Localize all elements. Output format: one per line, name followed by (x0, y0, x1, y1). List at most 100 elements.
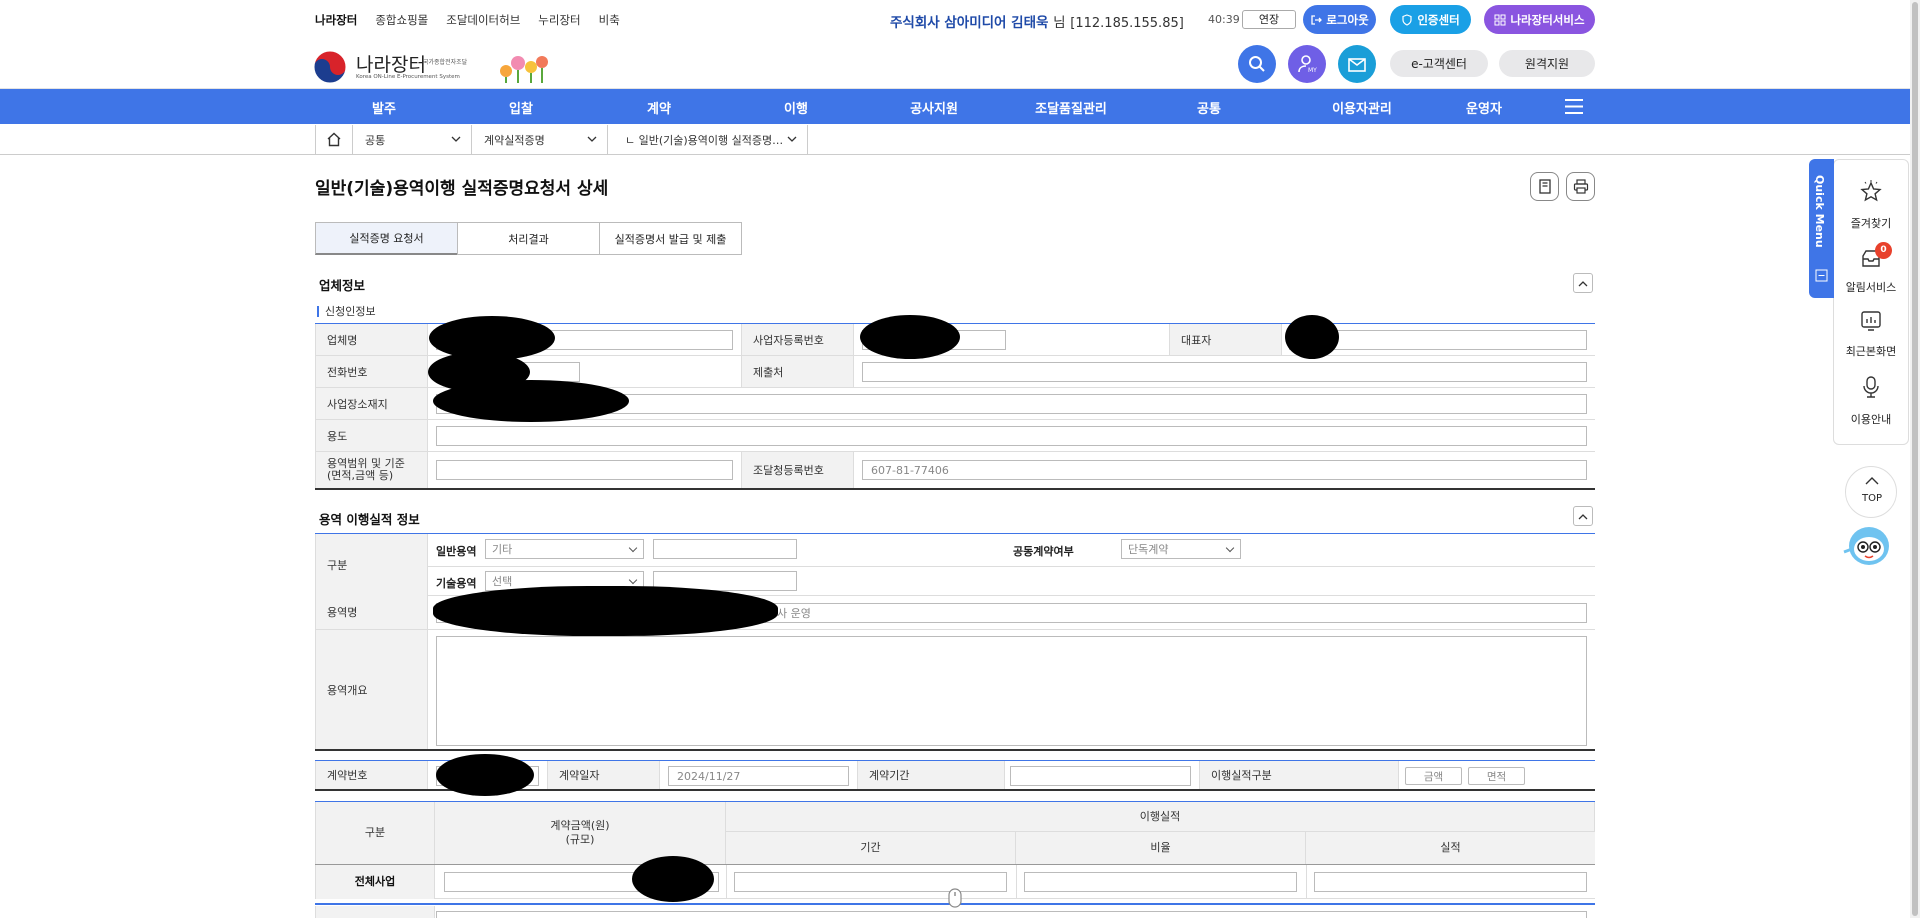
label-scope: 용역범위 및 기준 (면적,금액 등) (315, 452, 428, 488)
general-service-field[interactable] (653, 539, 797, 559)
label-address: 사업장소재지 (315, 388, 428, 419)
quick-menu-tab[interactable]: Quick Menu (1809, 159, 1834, 298)
total-period-field[interactable] (734, 872, 1007, 892)
my-page-button[interactable]: MY (1288, 45, 1326, 83)
tab-issue[interactable]: 실적증명서 발급 및 제출 (599, 222, 742, 255)
quick-favorites[interactable]: 즐겨찾기 (1834, 215, 1908, 231)
label-service-name: 용역명 (315, 595, 428, 629)
user-suffix: 님 (1053, 15, 1066, 31)
reg-no-field[interactable]: 607-81-77406 (862, 460, 1587, 480)
gnb-order[interactable]: 발주 (372, 98, 396, 117)
collapse-company-button[interactable] (1573, 273, 1593, 293)
notification-badge: 0 (1875, 242, 1892, 259)
logout-button[interactable]: 로그아웃 (1303, 5, 1376, 34)
manual-button[interactable] (1530, 172, 1559, 201)
th-amount: 계약금액(원) (규모) (435, 802, 726, 864)
label-general: 일반용역 (436, 545, 477, 558)
logout-icon (1311, 14, 1323, 25)
general-service-select[interactable]: 기타 (485, 539, 644, 559)
collapse-service-button[interactable] (1573, 506, 1593, 526)
toplink-datahub[interactable]: 조달데이터허브 (446, 12, 520, 28)
toplink-reserve[interactable]: 비축 (599, 12, 620, 28)
star-icon[interactable] (1859, 180, 1883, 204)
label-purpose: 용도 (315, 420, 428, 451)
chevron-up-icon (1865, 477, 1879, 485)
quick-menu-title: Quick Menu (1813, 175, 1826, 248)
label-contract-period: 계약기간 (857, 761, 1005, 789)
label-scope-line2: (면적,금액 등) (327, 469, 394, 482)
hamburger-menu-icon[interactable] (1565, 99, 1583, 114)
divider (315, 488, 1595, 490)
logo-name: 나라장터 (356, 54, 426, 76)
e-customer-center-button[interactable]: e-고객센터 (1390, 50, 1488, 77)
quick-guide[interactable]: 이용안내 (1834, 411, 1908, 427)
tab-result[interactable]: 처리결과 (457, 222, 600, 255)
mail-icon (1348, 58, 1366, 72)
book-icon (1538, 179, 1551, 194)
redaction-mark (860, 315, 960, 359)
perf-amount-button[interactable]: 금액 (1405, 767, 1462, 785)
top-links: 나라장터 종합쇼핑몰 조달데이터허브 누리장터 비축 (315, 12, 638, 28)
gnb-contract[interactable]: 계약 (647, 98, 671, 117)
gnb-operator[interactable]: 운영자 (1466, 98, 1502, 117)
grid-icon (1494, 14, 1506, 25)
applicant-subtitle: 신청인정보 (317, 306, 376, 317)
quick-notifications[interactable]: 알림서비스 (1834, 279, 1908, 295)
perf-area-button[interactable]: 면적 (1468, 767, 1525, 785)
total-result-field[interactable] (1314, 872, 1587, 892)
recent-screen-icon[interactable] (1860, 310, 1882, 332)
contract-period-field[interactable] (1010, 766, 1191, 786)
breadcrumb-level1[interactable]: 공통 (353, 125, 472, 154)
divider (1016, 865, 1017, 899)
label-biz-no: 사업자등록번호 (741, 324, 854, 355)
top-label: TOP (1861, 493, 1882, 504)
submit-to-field[interactable] (862, 362, 1587, 382)
microphone-icon[interactable] (1861, 375, 1881, 399)
scrollbar-thumb[interactable] (1912, 2, 1918, 916)
page-title: 일반(기술)용역이행 실적증명요청서 상세 (315, 179, 609, 199)
message-button[interactable] (1338, 45, 1376, 83)
site-logo[interactable]: 나라장터 국가종합전자조달 Korea ON-Line E-Procuremen… (313, 50, 553, 86)
th-period: 기간 (726, 832, 1016, 864)
gnb-user-management[interactable]: 이용자관리 (1332, 98, 1392, 117)
quick-recent[interactable]: 최근본화면 (1834, 343, 1908, 359)
minimize-icon (1815, 269, 1828, 282)
chevron-down-icon (587, 136, 597, 142)
toplink-shoppingmall[interactable]: 종합쇼핑몰 (375, 12, 428, 28)
cert-center-button[interactable]: 인증센터 (1390, 5, 1471, 34)
tab-request[interactable]: 실적증명 요청서 (315, 222, 458, 255)
redaction-mark (433, 586, 778, 636)
contract-date-field[interactable]: 2024/11/27 (668, 766, 849, 786)
search-button[interactable] (1238, 45, 1276, 83)
joint-contract-select[interactable]: 단독계약 (1121, 539, 1241, 559)
tab-bar: 실적증명 요청서 처리결과 실적증명서 발급 및 제출 (315, 222, 742, 255)
print-button[interactable] (1566, 172, 1595, 201)
overview-textarea[interactable] (436, 636, 1587, 746)
label-technical: 기술용역 (436, 577, 477, 590)
remote-support-button[interactable]: 원격지원 (1499, 50, 1595, 77)
purpose-field[interactable] (436, 426, 1587, 446)
next-row-field[interactable] (436, 911, 1587, 918)
th-amount-line1: 계약금액(원) (550, 819, 610, 832)
gnb-quality[interactable]: 조달품질관리 (1035, 98, 1107, 117)
scope-field[interactable] (436, 460, 733, 480)
total-ratio-field[interactable] (1024, 872, 1297, 892)
gnb-construction-support[interactable]: 공사지원 (910, 98, 958, 117)
nara-services-button[interactable]: 나라장터서비스 (1484, 5, 1595, 34)
breadcrumb-level2[interactable]: 계약실적증명 (472, 125, 608, 154)
chevron-down-icon (787, 136, 797, 142)
breadcrumb-level3[interactable]: ㄴ 일반(기술)용역이행 실적증명… (608, 125, 808, 154)
toplink-narajangteo[interactable]: 나라장터 (315, 12, 357, 28)
chevron-up-icon (1578, 280, 1588, 286)
taegeuk-logo-icon (313, 50, 347, 84)
gnb-fulfillment[interactable]: 이행 (784, 98, 808, 117)
scroll-top-button[interactable]: TOP (1845, 466, 1897, 518)
redaction-mark (436, 754, 534, 796)
toplink-nuri[interactable]: 누리장터 (538, 12, 580, 28)
extend-session-button[interactable]: 연장 (1242, 10, 1296, 29)
gnb-bid[interactable]: 입찰 (509, 98, 533, 117)
home-button[interactable] (315, 125, 353, 154)
chatbot-mascot-icon[interactable] (1842, 524, 1892, 568)
top-utility-bar: 나라장터 종합쇼핑몰 조달데이터허브 누리장터 비축 주식회사 삼아미디어 김태… (0, 0, 1910, 39)
gnb-common[interactable]: 공통 (1197, 98, 1221, 117)
